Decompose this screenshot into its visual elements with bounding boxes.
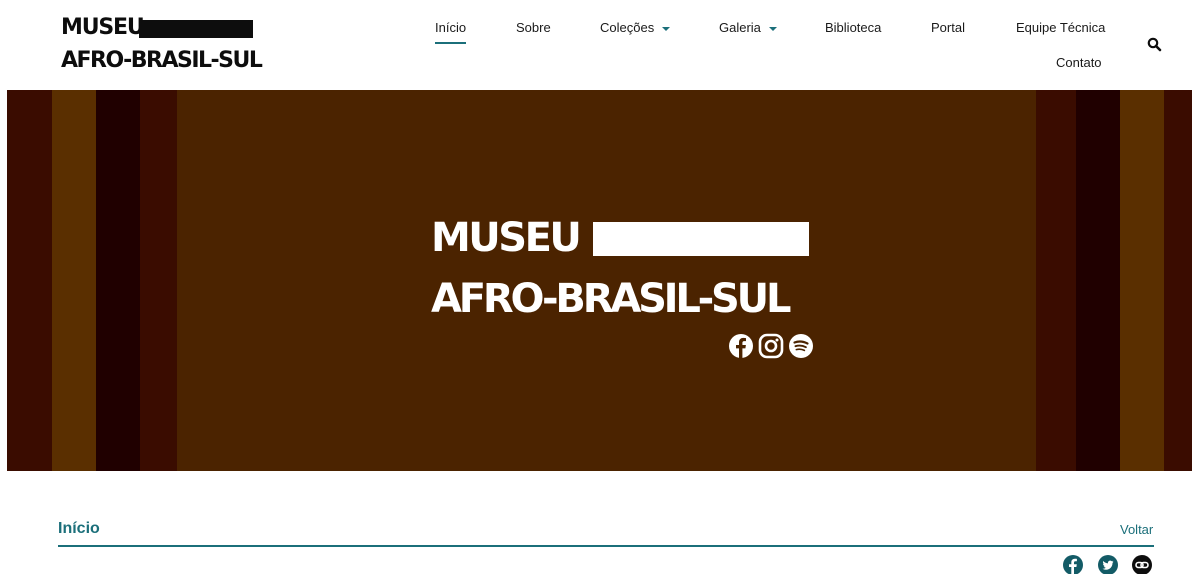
banner-stripe <box>1164 90 1192 471</box>
banner-title-line-2: AFRO-BRASIL-SUL <box>431 276 791 322</box>
banner-stripe <box>7 90 52 471</box>
banner-title-line-1: MUSEU <box>431 215 582 261</box>
banner-redaction-bar <box>593 222 809 256</box>
nav-item-inicio[interactable]: Início <box>435 20 467 44</box>
site-logo[interactable]: MUSEU AFRO-BRASIL-SUL <box>61 15 263 77</box>
search-icon[interactable] <box>1146 36 1164 54</box>
nav-item-contato[interactable]: Contato <box>1056 55 1102 71</box>
banner-stripe <box>140 90 177 471</box>
facebook-icon[interactable] <box>728 333 754 359</box>
banner-logo: MUSEU AFRO-BRASIL-SUL <box>431 214 831 364</box>
nav-item-label: Equipe Técnica <box>1016 20 1106 35</box>
chevron-down-icon <box>768 26 777 31</box>
share-link-icon[interactable] <box>1132 555 1152 574</box>
share-facebook-icon[interactable] <box>1063 555 1083 574</box>
hero-banner: MUSEU AFRO-BRASIL-SUL <box>7 90 1192 471</box>
nav-item-galeria[interactable]: Galeria <box>719 20 777 36</box>
banner-stripe <box>52 90 96 471</box>
banner-stripe <box>96 90 140 471</box>
logo-redaction-bar <box>139 20 253 38</box>
logo-line-1: MUSEU <box>61 15 145 40</box>
nav-item-biblioteca[interactable]: Biblioteca <box>825 20 881 36</box>
nav-item-equipe-tecnica[interactable]: Equipe Técnica <box>1016 20 1105 36</box>
back-link[interactable]: Voltar <box>1120 522 1153 538</box>
nav-item-colecoes[interactable]: Coleções <box>600 20 671 36</box>
share-twitter-icon[interactable] <box>1098 555 1118 574</box>
nav-item-label: Contato <box>1056 55 1102 70</box>
breadcrumb-divider <box>58 545 1154 547</box>
site-header: MUSEU AFRO-BRASIL-SUL Início Sobre Coleç… <box>0 0 1192 90</box>
banner-stripe <box>1120 90 1164 471</box>
nav-item-label: Sobre <box>516 20 551 35</box>
nav-item-sobre[interactable]: Sobre <box>516 20 551 36</box>
chevron-down-icon <box>662 26 671 31</box>
nav-item-label: Coleções <box>600 20 655 35</box>
banner-stripe <box>1076 90 1120 471</box>
page-title: Início <box>58 520 100 537</box>
logo-line-2: AFRO-BRASIL-SUL <box>61 48 263 73</box>
banner-stripe <box>1036 90 1076 471</box>
instagram-icon[interactable] <box>758 333 784 359</box>
nav-item-portal[interactable]: Portal <box>931 20 965 36</box>
nav-item-label: Biblioteca <box>825 20 882 35</box>
banner-social-links <box>728 333 814 359</box>
nav-item-label: Início <box>435 20 467 35</box>
nav-item-label: Galeria <box>719 20 761 35</box>
nav-item-label: Portal <box>931 20 965 35</box>
spotify-icon[interactable] <box>788 333 814 359</box>
